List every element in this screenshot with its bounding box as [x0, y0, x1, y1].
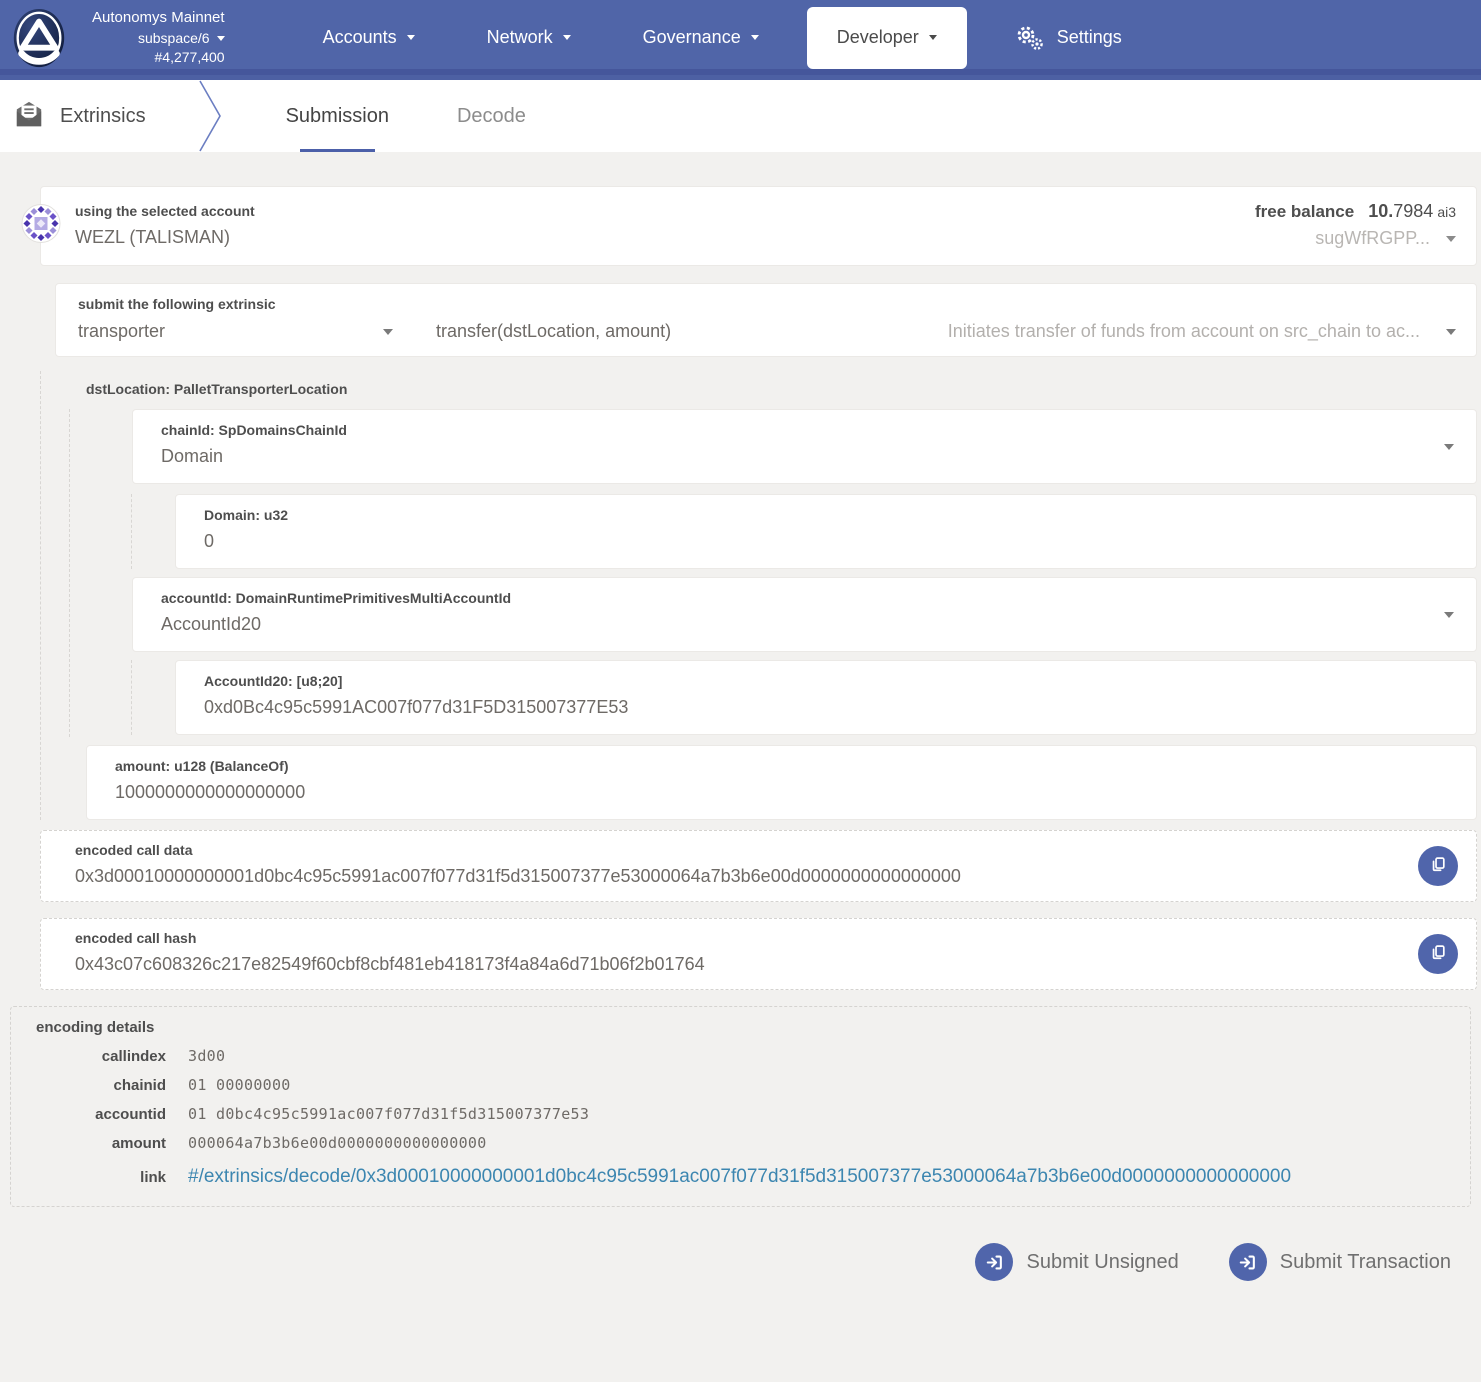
pallet-value: transporter [78, 321, 375, 342]
autonomys-logo-icon[interactable] [8, 7, 70, 69]
encoding-row-link: link #/extrinsics/decode/0x3d00010000000… [36, 1166, 1450, 1188]
copy-call-data-button[interactable] [1418, 846, 1458, 886]
account-info: using the selected account WEZL (TALISMA… [75, 203, 255, 248]
domain-value: 0 [204, 531, 1456, 552]
free-balance-value: 10.7984ai3 [1368, 201, 1456, 222]
domain-label: Domain: u32 [204, 507, 1456, 523]
amount-input[interactable]: amount: u128 (BalanceOf) 100000000000000… [86, 745, 1477, 820]
encoded-call-hash-row: encoded call hash 0x43c07c608326c217e825… [40, 918, 1477, 990]
chain-id-label: chainId: SpDomainsChainId [161, 422, 1456, 438]
main-content: using the selected account WEZL (TALISMA… [0, 152, 1481, 1382]
account-id20-input[interactable]: AccountId20: [u8;20] 0xd0Bc4c95c5991AC00… [175, 660, 1477, 735]
chevron-down-icon [217, 36, 225, 41]
account-id20-value: 0xd0Bc4c95c5991AC007f077d31F5D315007377E… [204, 697, 1456, 718]
call-data-value: 0x3d00010000000001d0bc4c95c5991ac007f077… [75, 866, 1396, 887]
account-selector[interactable]: using the selected account WEZL (TALISMA… [40, 186, 1477, 266]
extrinsic-params: dstLocation: PalletTransporterLocation c… [40, 371, 1477, 820]
block-number: #4,277,400 [155, 48, 225, 67]
account-id-label: accountId: DomainRuntimePrimitivesMultiA… [161, 590, 1456, 606]
amount-value: 1000000000000000000 [115, 782, 1456, 803]
method-value: transfer(dstLocation, amount) [436, 321, 671, 342]
balance-unit: ai3 [1437, 204, 1456, 220]
chevron-down-icon [1444, 612, 1454, 618]
amount-label: amount: u128 (BalanceOf) [115, 758, 1456, 774]
chevron-down-icon [407, 35, 415, 40]
extrinsic-selector-card: submit the following extrinsic transport… [55, 283, 1477, 357]
copy-icon [1430, 944, 1447, 964]
nav-settings[interactable]: Settings [979, 0, 1158, 75]
dst-location-label: dstLocation: PalletTransporterLocation [41, 371, 1477, 399]
tab-decode[interactable]: Decode [455, 80, 528, 152]
network-info[interactable]: Autonomys Mainnet subspace/6 #4,277,400 [92, 8, 225, 66]
nav-accounts[interactable]: Accounts [287, 0, 451, 75]
top-nav: Accounts Network Governance Developer [287, 0, 1158, 75]
account-id20-label: AccountId20: [u8;20] [204, 673, 1456, 689]
chain-id-select[interactable]: chainId: SpDomainsChainId Domain [132, 409, 1477, 484]
encoding-details-title: encoding details [36, 1019, 1450, 1036]
call-data-label: encoded call data [75, 842, 1396, 858]
action-buttons: Submit Unsigned Submit Transaction [0, 1243, 1451, 1281]
gear-icon [1015, 25, 1045, 51]
encoding-row-amount: amount 000064a7b3b6e00d0000000000000000 [36, 1134, 1450, 1152]
encoded-call-data-row: encoded call data 0x3d00010000000001d0bc… [40, 830, 1477, 902]
sign-in-icon [975, 1243, 1013, 1281]
tab-submission[interactable]: Submission [284, 80, 391, 152]
nav-developer[interactable]: Developer [807, 7, 967, 69]
encoding-row-chainid: chainid 01 00000000 [36, 1076, 1450, 1094]
account-id-select[interactable]: accountId: DomainRuntimePrimitivesMultiA… [132, 577, 1477, 652]
chain-name: subspace/6 [138, 29, 210, 48]
breadcrumb-chevron-icon [198, 80, 222, 152]
account-id-value: AccountId20 [161, 614, 1456, 635]
account-identicon [21, 204, 61, 249]
chain-id-value: Domain [161, 446, 1456, 467]
section-title: Extrinsics [60, 105, 146, 128]
network-name: Autonomys Mainnet [92, 8, 225, 28]
encoding-details: encoding details callindex 3d00 chainid … [10, 1006, 1471, 1207]
encoding-row-callindex: callindex 3d00 [36, 1047, 1450, 1065]
tabs: Submission Decode [284, 80, 528, 152]
submit-unsigned-button[interactable]: Submit Unsigned [975, 1243, 1178, 1281]
dst-location-children: chainId: SpDomainsChainId Domain Domain:… [69, 409, 1477, 737]
chevron-down-icon[interactable] [1446, 236, 1456, 242]
extrinsic-label: submit the following extrinsic [78, 296, 1456, 312]
nav-network[interactable]: Network [451, 0, 607, 75]
method-select[interactable]: transfer(dstLocation, amount) Initiates … [436, 321, 1456, 342]
app-header: Autonomys Mainnet subspace/6 #4,277,400 … [0, 0, 1481, 80]
account-label: using the selected account [75, 203, 255, 219]
free-balance-label: free balance [1255, 202, 1354, 222]
tab-bar: Extrinsics Submission Decode [0, 80, 1481, 152]
domain-input[interactable]: Domain: u32 0 [175, 494, 1477, 569]
extrinsics-envelope-icon [14, 99, 44, 134]
call-hash-value: 0x43c07c608326c217e82549f60cbf8cbf481eb4… [75, 954, 1396, 975]
account-name: WEZL (TALISMAN) [75, 227, 255, 248]
chevron-down-icon [751, 35, 759, 40]
nav-governance[interactable]: Governance [607, 0, 795, 75]
account-id-children: AccountId20: [u8;20] 0xd0Bc4c95c5991AC00… [131, 660, 1477, 735]
encoding-row-accountid: accountid 01 d0bc4c95c5991ac007f077d31f5… [36, 1105, 1450, 1123]
call-hash-label: encoded call hash [75, 930, 1396, 946]
chevron-down-icon [929, 35, 937, 40]
chevron-down-icon [563, 35, 571, 40]
sign-in-icon [1229, 1243, 1267, 1281]
chevron-down-icon [1444, 444, 1454, 450]
chevron-down-icon [383, 329, 393, 335]
submit-transaction-button[interactable]: Submit Transaction [1229, 1243, 1451, 1281]
copy-icon [1430, 856, 1447, 876]
pallet-select[interactable]: transporter [78, 321, 393, 342]
decode-link[interactable]: #/extrinsics/decode/0x3d00010000000001d0… [188, 1166, 1291, 1188]
chain-id-children: Domain: u32 0 [131, 494, 1477, 569]
account-address: sugWfRGPP... [1315, 228, 1430, 249]
chevron-down-icon [1446, 329, 1456, 335]
copy-call-hash-button[interactable] [1418, 934, 1458, 974]
balance-block: free balance 10.7984ai3 sugWfRGPP... [1255, 201, 1456, 249]
method-description: Initiates transfer of funds from account… [948, 321, 1420, 342]
